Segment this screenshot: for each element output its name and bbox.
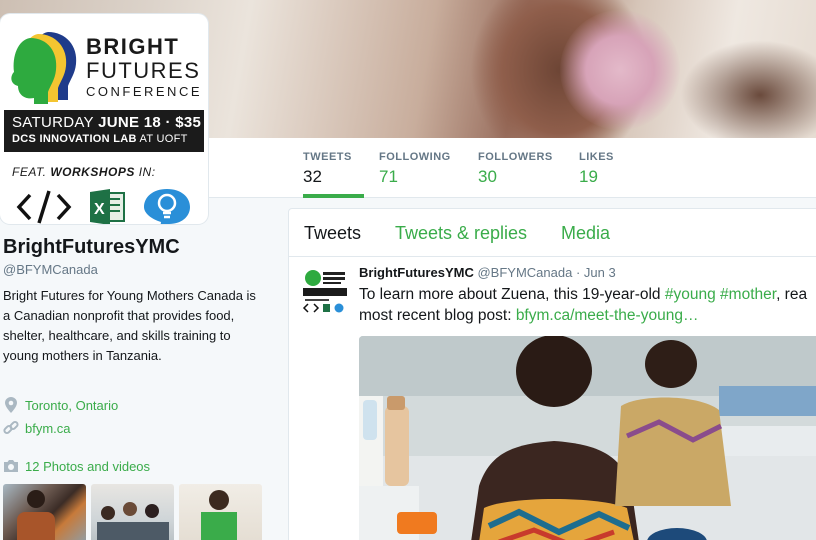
event-venue-rest: AT UOFT (136, 133, 188, 145)
photo-thumbnails (3, 484, 262, 540)
tweet-separator: · (572, 265, 584, 280)
nav-tweets[interactable]: TWEETS 32 (303, 138, 364, 198)
feat-prefix: FEAT. (12, 165, 51, 179)
logo-head-icon (11, 32, 77, 104)
tweet-date[interactable]: Jun 3 (584, 265, 616, 280)
logo-line-bright: BRIGHT (86, 34, 180, 59)
profile-handle[interactable]: @BFYMCanada (3, 262, 98, 277)
nav-following-count: 71 (379, 167, 398, 186)
nav-tweets-label: TWEETS (303, 151, 352, 163)
timeline: Tweets Tweets & replies Media BrightFutu… (288, 208, 816, 540)
event-date-banner: SATURDAY JUNE 18 · $35 DCS INNOVATION LA… (4, 110, 204, 152)
camera-icon (3, 458, 19, 474)
logo-line-conference: CONFERENCE (86, 84, 203, 99)
tweet-text-part: , rea (776, 286, 808, 303)
event-venue: DCS INNOVATION LAB AT UOFT (12, 133, 204, 145)
nav-following-label: FOLLOWING (379, 151, 451, 163)
tweet-text-part: To learn more about Zuena, this 19-year-… (359, 286, 665, 303)
profile-website-text: bfym.ca (25, 420, 71, 436)
tweet-text: To learn more about Zuena, this 19-year-… (359, 284, 816, 326)
nav-followers-count: 30 (478, 167, 497, 186)
code-icon (16, 190, 72, 224)
photo-thumbnail[interactable] (91, 484, 174, 540)
event-date: SATURDAY JUNE 18 · $35 (12, 114, 204, 131)
hashtag-link[interactable]: #mother (720, 286, 776, 303)
nav-followers-label: FOLLOWERS (478, 151, 553, 163)
event-date-bold: JUNE 18 · $35 (98, 114, 202, 131)
event-date-prefix: SATURDAY (12, 114, 99, 131)
nav-followers[interactable]: FOLLOWERS 30 (478, 138, 560, 198)
photos-videos-label: 12 Photos and videos (25, 458, 151, 474)
tweet-link[interactable]: bfym.ca/meet-the-young… (516, 307, 699, 324)
lightbulb-icon (144, 189, 190, 224)
photo-thumbnail[interactable] (179, 484, 262, 540)
logo-wordmark: BRIGHT FUTURES CONFERENCE (86, 34, 203, 99)
tweet-text-line-1: To learn more about Zuena, this 19-year-… (359, 284, 816, 305)
profile-bio: Bright Futures for Young Mothers Canada … (3, 288, 256, 363)
nav-likes[interactable]: LIKES 19 (579, 138, 619, 198)
profile-avatar[interactable]: BRIGHT FUTURES CONFERENCE SATURDAY JUNE … (0, 14, 208, 224)
tab-tweets-replies[interactable]: Tweets & replies (395, 223, 527, 244)
tweet-avatar[interactable] (301, 266, 349, 314)
tab-media[interactable]: Media (561, 223, 610, 244)
header-photo-detail (680, 40, 816, 138)
link-icon (3, 420, 19, 436)
tweet-avatar-logo-icon (302, 270, 347, 313)
event-venue-bold: DCS INNOVATION LAB (12, 133, 137, 145)
profile-name[interactable]: BrightFuturesYMC (3, 236, 180, 259)
location-pin-icon (3, 397, 19, 413)
workshops-heading: FEAT. WORKSHOPS IN: (12, 165, 156, 179)
profile-location-text: Toronto, Ontario (25, 397, 119, 413)
tab-tweets[interactable]: Tweets (304, 223, 361, 244)
tweet-author-name[interactable]: BrightFuturesYMC (359, 265, 474, 280)
tweet-header: BrightFuturesYMC @BFYMCanada · Jun 3 (359, 265, 616, 280)
tweet-media-photo[interactable] (359, 336, 816, 540)
tweet-text-line-2: most recent blog post: bfym.ca/meet-the-… (359, 305, 816, 326)
excel-icon: X (90, 189, 125, 224)
nav-following[interactable]: FOLLOWING 71 (379, 138, 459, 198)
profile-location[interactable]: Toronto, Ontario (3, 397, 118, 413)
tweet-author-handle[interactable]: @BFYMCanada (477, 265, 572, 280)
tweet-photo-illustration (359, 336, 816, 540)
feat-suffix: IN: (134, 165, 156, 179)
profile-website[interactable]: bfym.ca (3, 420, 71, 436)
timeline-tabs: Tweets Tweets & replies Media (289, 209, 816, 257)
tweet-text-part: most recent blog post: (359, 307, 516, 324)
svg-text:X: X (94, 201, 105, 218)
photos-videos-link[interactable]: 12 Photos and videos (3, 458, 150, 474)
nav-likes-count: 19 (579, 167, 598, 186)
feat-bold: WORKSHOPS (50, 165, 135, 179)
photo-thumbnail[interactable] (3, 484, 86, 540)
nav-tweets-count: 32 (303, 167, 322, 186)
hashtag-link[interactable]: #young (665, 286, 716, 303)
nav-likes-label: LIKES (579, 151, 614, 163)
header-photo-detail (560, 10, 680, 130)
logo-line-futures: FUTURES (86, 58, 201, 83)
